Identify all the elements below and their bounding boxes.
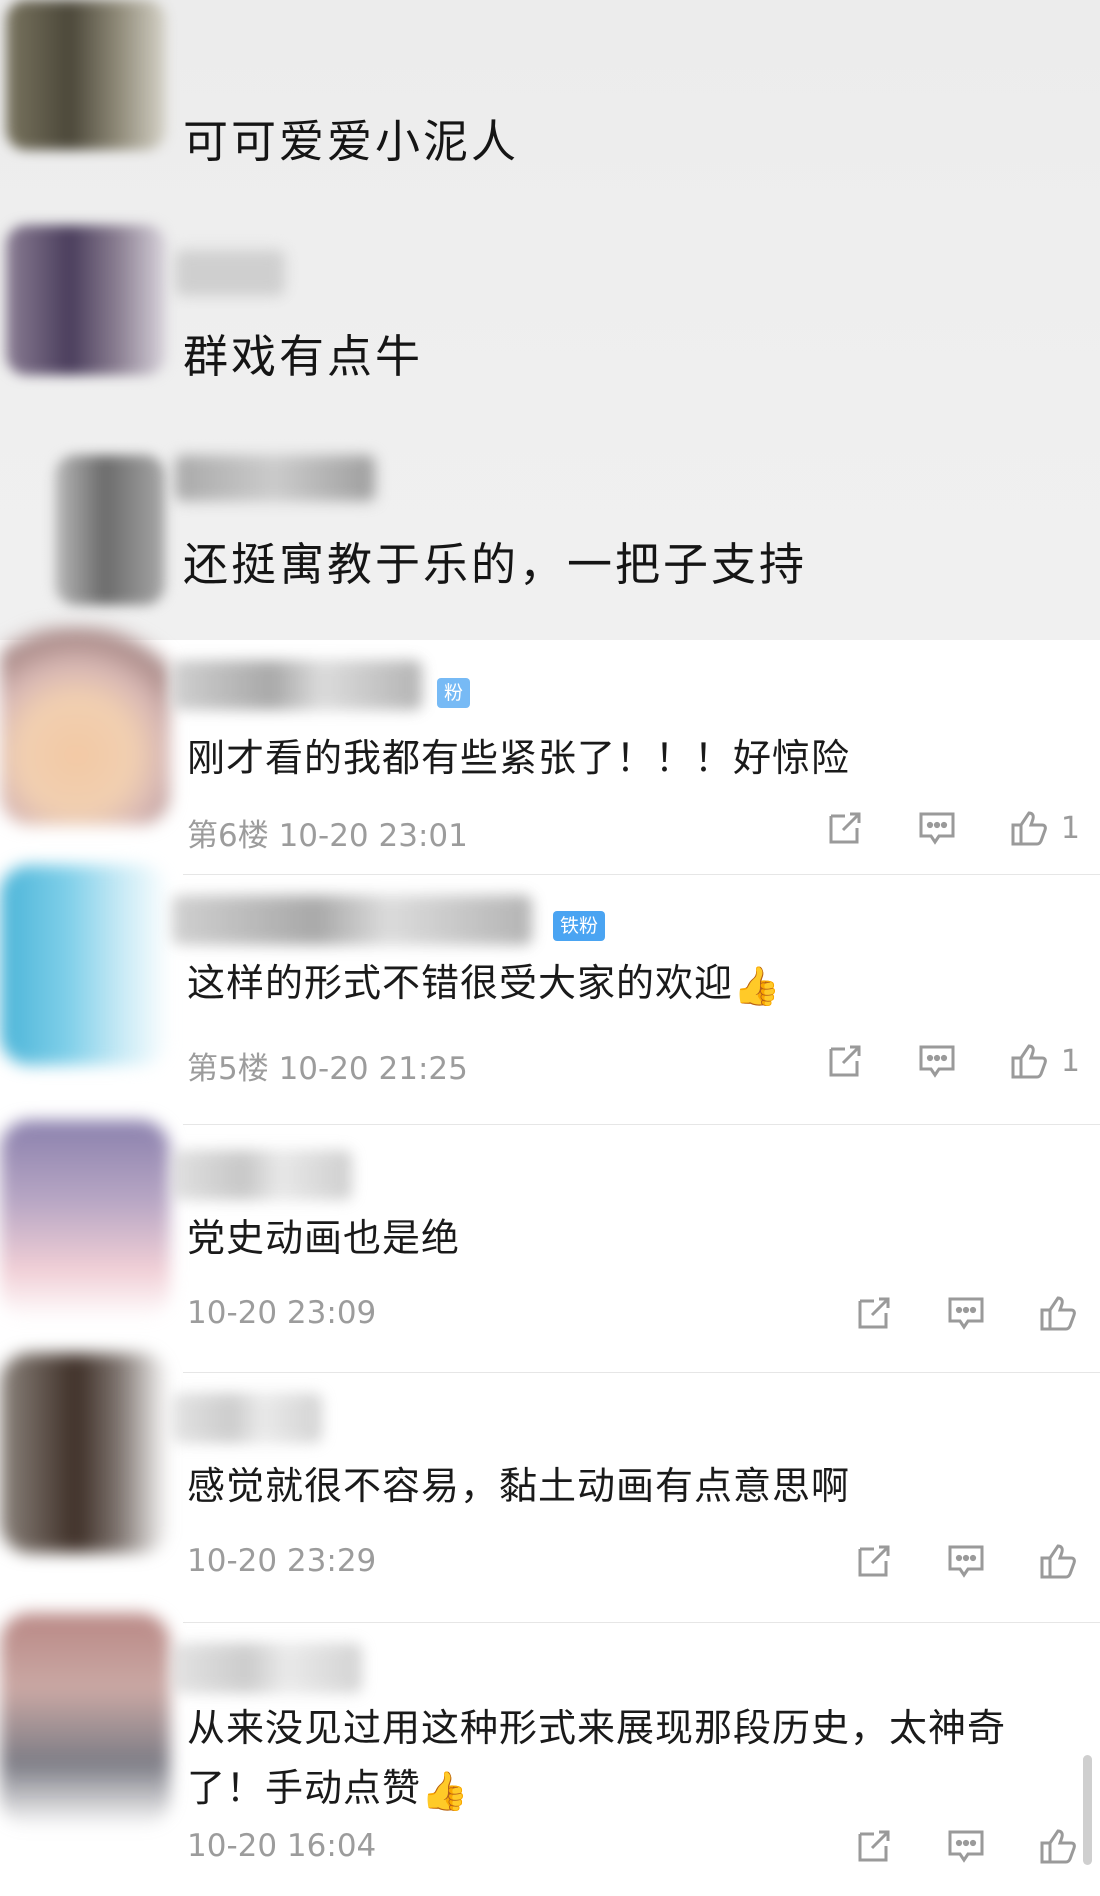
avatar xyxy=(6,0,166,150)
comment-actions: 1 xyxy=(775,1036,1080,1086)
comment-text: 刚才看的我都有些紧张了！！！好惊险 xyxy=(187,736,851,780)
avatar[interactable] xyxy=(0,1613,170,1828)
avatar[interactable] xyxy=(0,625,170,825)
thumbs-up-emoji: 👍 xyxy=(733,963,782,1008)
username-blurred xyxy=(175,455,375,501)
comment-actions xyxy=(804,1536,1080,1586)
username-blurred[interactable] xyxy=(172,1150,352,1200)
share-icon xyxy=(858,1545,890,1577)
share-icon xyxy=(858,1297,890,1329)
comment-meta: 10-20 23:09 xyxy=(187,1295,377,1331)
reply-button[interactable] xyxy=(944,1824,988,1868)
username-blurred[interactable] xyxy=(172,660,422,710)
comment-text: 从来没见过用这种形式来展现那段历史，太神奇了！手动点赞👍 xyxy=(187,1698,1077,1821)
comment-page: 可可爱爱小泥人 群戏有点牛 还挺寓教于乐的，一把子支持 粉 刚才看的我都有些紧张… xyxy=(0,0,1100,1896)
username-blurred[interactable] xyxy=(172,1393,322,1443)
like-button[interactable]: 1 xyxy=(1007,1039,1080,1083)
avatar xyxy=(6,225,166,375)
reply-button[interactable] xyxy=(944,1539,988,1583)
avatar[interactable] xyxy=(0,1120,170,1320)
username-blurred[interactable] xyxy=(172,895,532,945)
comment-icon xyxy=(919,812,955,845)
comment-actions xyxy=(804,1821,1080,1871)
like-count: 1 xyxy=(1060,810,1080,846)
thumbs-up-emoji: 👍 xyxy=(421,1768,470,1813)
comment-actions xyxy=(804,1288,1080,1338)
thumb-up-icon xyxy=(1040,1829,1076,1864)
thumb-up-icon xyxy=(1011,811,1047,846)
comment-item: 党史动画也是绝 10-20 23:09 xyxy=(0,1120,1100,1373)
fan-badge: 铁粉 xyxy=(553,911,606,941)
avatar[interactable] xyxy=(0,865,170,1065)
comment-item: 从来没见过用这种形式来展现那段历史，太神奇了！手动点赞👍 10-20 16:04 xyxy=(0,1613,1100,1896)
comment-icon xyxy=(948,1830,984,1863)
fan-badge: 粉 xyxy=(437,678,471,708)
scrollbar[interactable] xyxy=(1083,1755,1092,1865)
thumb-up-icon xyxy=(1011,1044,1047,1079)
share-button[interactable] xyxy=(852,1539,896,1583)
share-icon xyxy=(829,1045,861,1077)
comment-meta: 10-20 16:04 xyxy=(187,1828,377,1864)
reply-button[interactable] xyxy=(915,806,959,850)
username-blurred[interactable] xyxy=(172,1643,362,1693)
reply-button[interactable] xyxy=(944,1291,988,1335)
share-button[interactable] xyxy=(823,1039,867,1083)
comment-text: 党史动画也是绝 xyxy=(187,1216,461,1260)
comment-item: 粉 刚才看的我都有些紧张了！！！好惊险 第6楼 10-20 23:01 1 xyxy=(0,625,1100,875)
like-button[interactable] xyxy=(1036,1291,1080,1335)
comment-meta: 第6楼 10-20 23:01 xyxy=(187,818,468,854)
thumb-up-icon xyxy=(1040,1544,1076,1579)
comment-text: 群戏有点牛 xyxy=(183,330,424,383)
comment-icon xyxy=(948,1297,984,1330)
share-icon xyxy=(858,1830,890,1862)
share-icon xyxy=(829,812,861,844)
like-button[interactable] xyxy=(1036,1824,1080,1868)
comment-meta: 第5楼 10-20 21:25 xyxy=(187,1051,468,1087)
comment-actions: 1 xyxy=(775,803,1080,853)
like-button[interactable]: 1 xyxy=(1007,806,1080,850)
comment-text: 感觉就很不容易，黏土动画有点意思啊 xyxy=(187,1464,851,1508)
username-blurred xyxy=(175,250,285,296)
like-button[interactable] xyxy=(1036,1539,1080,1583)
like-count: 1 xyxy=(1060,1043,1080,1079)
comment-item: 感觉就很不容易，黏土动画有点意思啊 10-20 23:29 xyxy=(0,1353,1100,1623)
comment-text: 可可爱爱小泥人 xyxy=(183,115,520,168)
image-comment-area: 可可爱爱小泥人 群戏有点牛 还挺寓教于乐的，一把子支持 xyxy=(0,0,1100,640)
avatar[interactable] xyxy=(0,1353,170,1553)
comment-icon xyxy=(948,1545,984,1578)
comment-item: 铁粉 这样的形式不错很受大家的欢迎👍 第5楼 10-20 21:25 1 xyxy=(0,865,1100,1125)
thumb-up-icon xyxy=(1040,1296,1076,1331)
reply-button[interactable] xyxy=(915,1039,959,1083)
share-button[interactable] xyxy=(852,1291,896,1335)
comment-icon xyxy=(919,1045,955,1078)
share-button[interactable] xyxy=(823,806,867,850)
avatar xyxy=(55,455,165,605)
share-button[interactable] xyxy=(852,1824,896,1868)
comment-meta: 10-20 23:29 xyxy=(187,1543,377,1579)
comment-text: 这样的形式不错很受大家的欢迎👍 xyxy=(187,955,1077,1014)
comment-text: 还挺寓教于乐的，一把子支持 xyxy=(183,538,808,591)
